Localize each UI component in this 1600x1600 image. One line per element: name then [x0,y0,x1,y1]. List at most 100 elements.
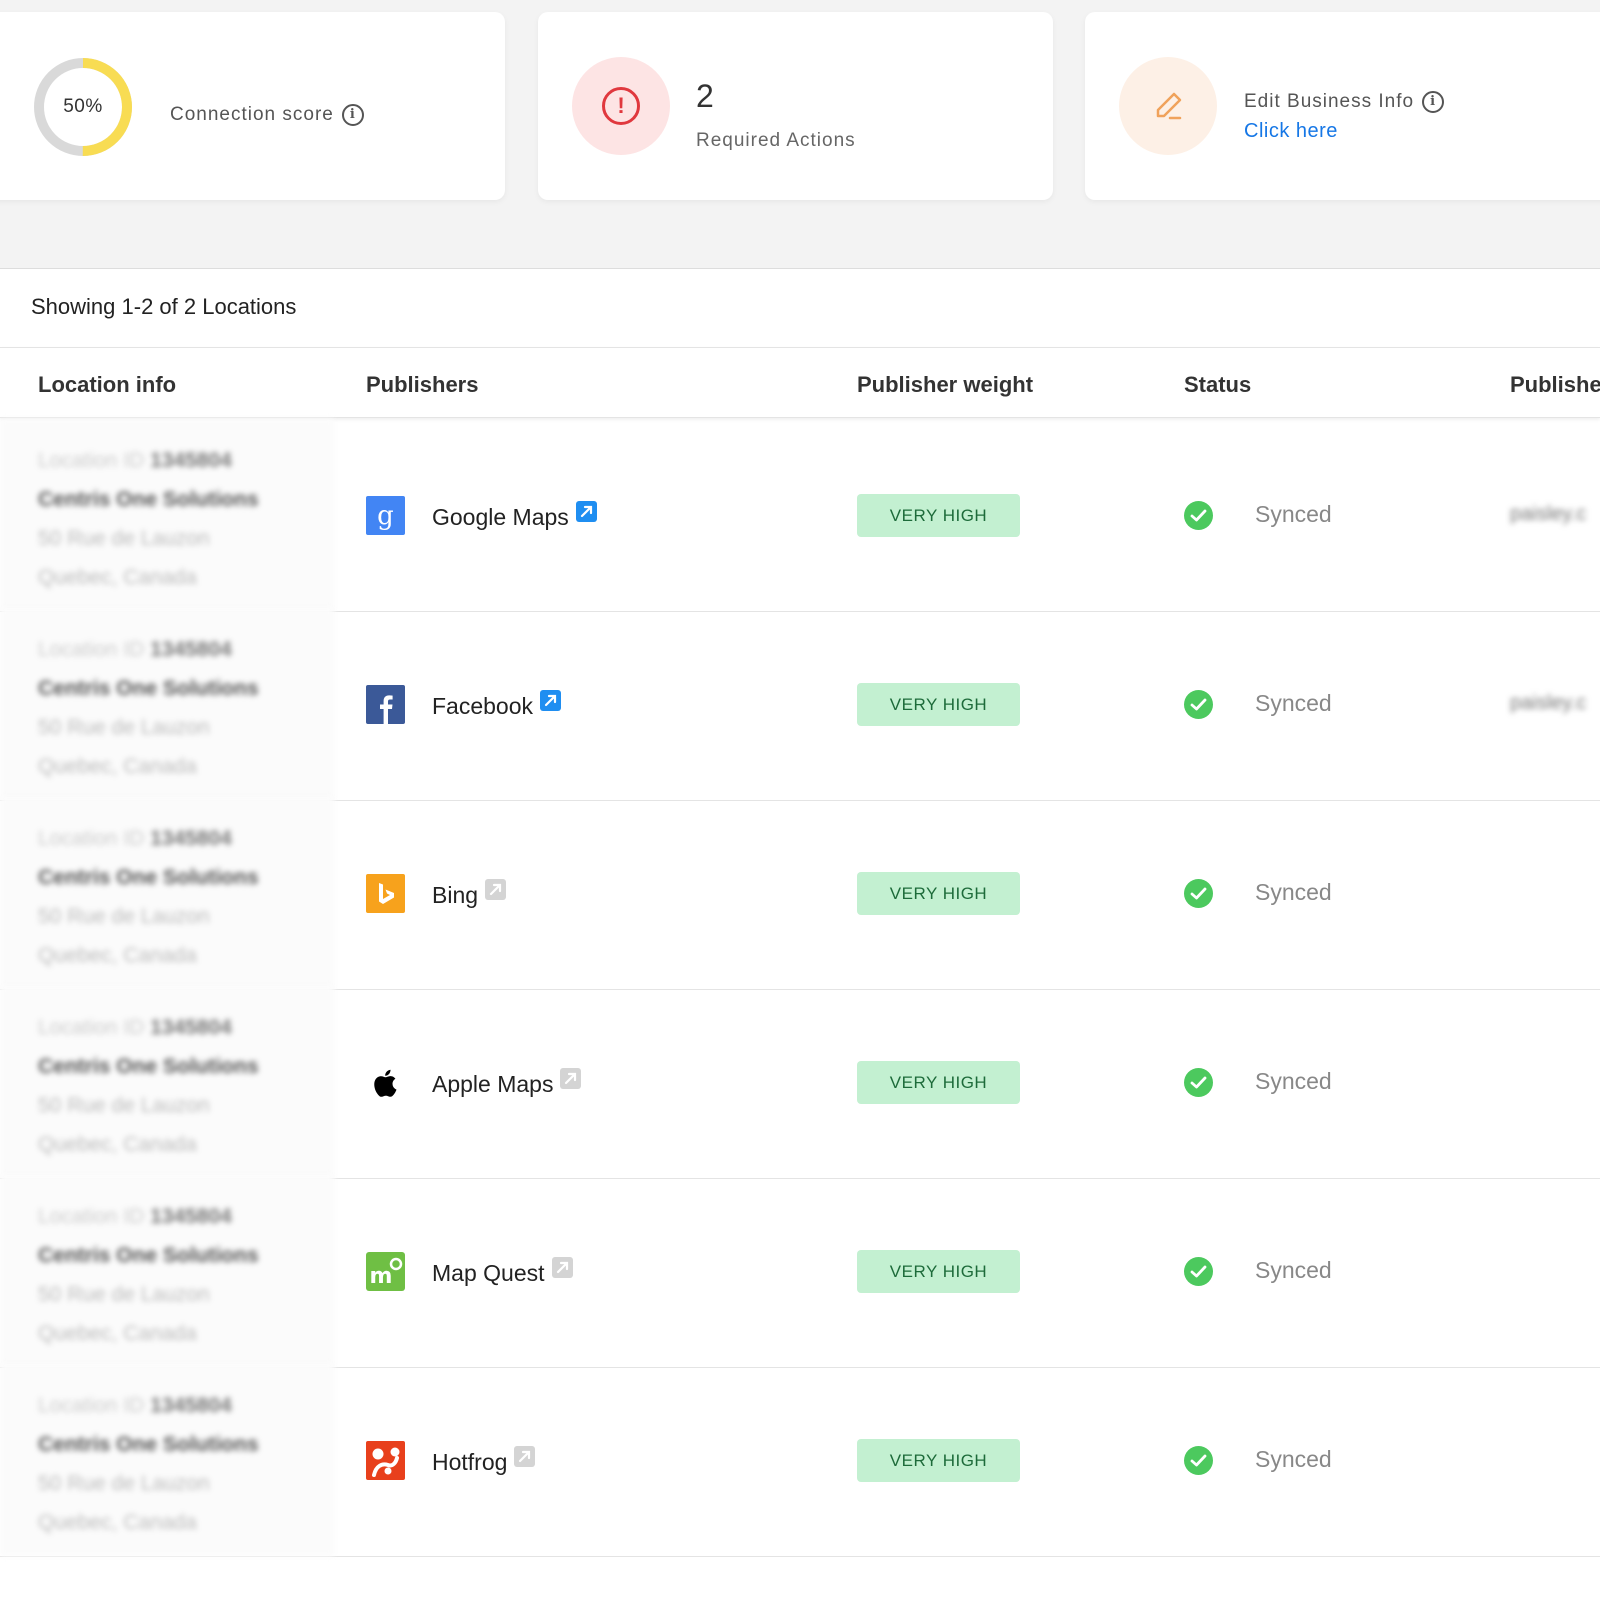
location-info: Location ID 1345804 Centris One Solution… [0,419,334,611]
location-city: Quebec, Canada [38,1511,197,1534]
external-link-icon[interactable] [540,690,562,711]
table-row[interactable]: Location ID 1345804 Centris One Solution… [0,986,1600,1179]
location-street: 50 Rue de Lauzon [38,1472,210,1495]
location-name: Centris One Solutions [38,1055,259,1078]
location-name: Centris One Solutions [38,1433,259,1456]
publisher-weight-badge: VERY HIGH [857,494,1020,537]
location-id: Location ID 1345804 [38,638,232,661]
external-link-icon[interactable] [551,1257,573,1278]
location-city: Quebec, Canada [38,755,197,778]
publisher-name-text: Hotfrog [432,1449,508,1475]
location-id: Location ID 1345804 [38,1205,232,1228]
table-row[interactable]: Location ID 1345804 Centris One Solution… [0,1364,1600,1557]
external-link-icon[interactable] [514,1446,536,1467]
published-value: paisley.c [1510,692,1587,714]
location-id: Location ID 1345804 [38,449,232,472]
pencil-icon-wrapper [1119,57,1217,155]
column-header-weight[interactable]: Publisher weight [857,372,1033,398]
publisher-weight-badge: VERY HIGH [857,1250,1020,1293]
table-row[interactable]: Location ID 1345804 Centris One Solution… [0,1175,1600,1368]
location-city: Quebec, Canada [38,566,197,589]
location-city: Quebec, Canada [38,1322,197,1345]
publisher-name: Apple Maps [432,1068,582,1098]
check-circle-icon [1184,501,1213,530]
publisher-sync-page: 50% Connection score i ! 2 Required Actio… [0,0,1600,1600]
location-id: Location ID 1345804 [38,827,232,850]
publisher-name: Hotfrog [432,1446,536,1476]
location-name: Centris One Solutions [38,677,259,700]
svg-text:m: m [370,1264,393,1289]
publisher-name-text: Google Maps [432,504,569,530]
location-name: Centris One Solutions [38,488,259,511]
column-header-location[interactable]: Location info [38,372,176,398]
location-info: Location ID 1345804 Centris One Solution… [0,1175,334,1367]
publisher-name-text: Facebook [432,693,534,719]
published-value: paisley.c [1510,503,1587,525]
publisher-name-text: Apple Maps [432,1071,554,1097]
location-street: 50 Rue de Lauzon [38,1094,210,1117]
table-header: Location info Publishers Publisher weigh… [0,347,1600,418]
location-info: Location ID 1345804 Centris One Solution… [0,1364,334,1556]
status-text: Synced [1255,879,1332,905]
location-street: 50 Rue de Lauzon [38,527,210,550]
publisher-name: Map Quest [432,1257,573,1287]
check-circle-icon [1184,690,1213,719]
bing-logo [366,874,405,913]
column-header-published[interactable]: Publishe [1510,372,1600,398]
showing-count: Showing 1-2 of 2 Locations [31,294,297,319]
check-circle-icon [1184,879,1213,908]
table-row[interactable]: Location ID 1345804 Centris One Solution… [0,797,1600,990]
mapquest-logo: m [366,1252,405,1291]
publisher-name: Facebook [432,690,562,720]
hotfrog-logo [366,1441,405,1480]
info-icon[interactable]: i [341,104,364,126]
connection-score-label: Connection score [170,104,334,126]
google-maps-logo: g [366,496,405,535]
publisher-weight-badge: VERY HIGH [857,872,1020,915]
external-link-icon[interactable] [575,501,597,522]
location-info: Location ID 1345804 Centris One Solution… [0,608,334,800]
required-actions-label: Required Actions [696,130,856,151]
status-text: Synced [1255,501,1332,527]
location-id: Location ID 1345804 [38,1016,232,1039]
check-circle-icon [1184,1068,1213,1097]
summary-cards: 50% Connection score i ! 2 Required Actio… [0,0,1600,268]
status-text: Synced [1255,690,1332,716]
locations-table: Showing 1-2 of 2 Locations Location info… [0,268,1600,1600]
connection-score-title: Connection score i [170,104,364,126]
info-icon[interactable]: i [1422,91,1445,113]
external-link-icon[interactable] [485,879,507,900]
required-actions-card[interactable]: ! 2 Required Actions [538,12,1053,200]
check-circle-icon [1184,1257,1213,1286]
publisher-weight-badge: VERY HIGH [857,683,1020,726]
pencil-icon [1156,92,1182,120]
location-city: Quebec, Canada [38,1133,197,1156]
status-text: Synced [1255,1446,1332,1472]
status-text: Synced [1255,1068,1332,1094]
connection-score-card: 50% Connection score i [0,12,505,200]
location-city: Quebec, Canada [38,944,197,967]
external-link-icon[interactable] [560,1068,582,1089]
publisher-name-text: Bing [432,882,479,908]
svg-text:g: g [377,501,394,531]
publisher-weight-badge: VERY HIGH [857,1439,1020,1482]
apple-maps-logo [366,1063,405,1102]
table-row[interactable]: Location ID 1345804 Centris One Solution… [0,419,1600,612]
click-here-link[interactable]: Click here [1244,120,1338,143]
edit-business-label: Edit Business Info [1244,91,1415,113]
facebook-logo [366,685,405,724]
location-info: Location ID 1345804 Centris One Solution… [0,986,334,1178]
required-actions-count: 2 [696,78,714,114]
location-street: 50 Rue de Lauzon [38,716,210,739]
column-header-publishers[interactable]: Publishers [366,372,478,398]
location-street: 50 Rue de Lauzon [38,905,210,928]
column-header-status[interactable]: Status [1184,372,1251,398]
location-name: Centris One Solutions [38,866,259,889]
alert-icon: ! [602,87,640,125]
location-name: Centris One Solutions [38,1244,259,1267]
check-circle-icon [1184,1446,1213,1475]
publisher-name: Google Maps [432,501,597,531]
connection-score-value: 50% [63,96,103,117]
table-row[interactable]: Location ID 1345804 Centris One Solution… [0,608,1600,801]
alert-icon-wrapper: ! [572,57,670,155]
